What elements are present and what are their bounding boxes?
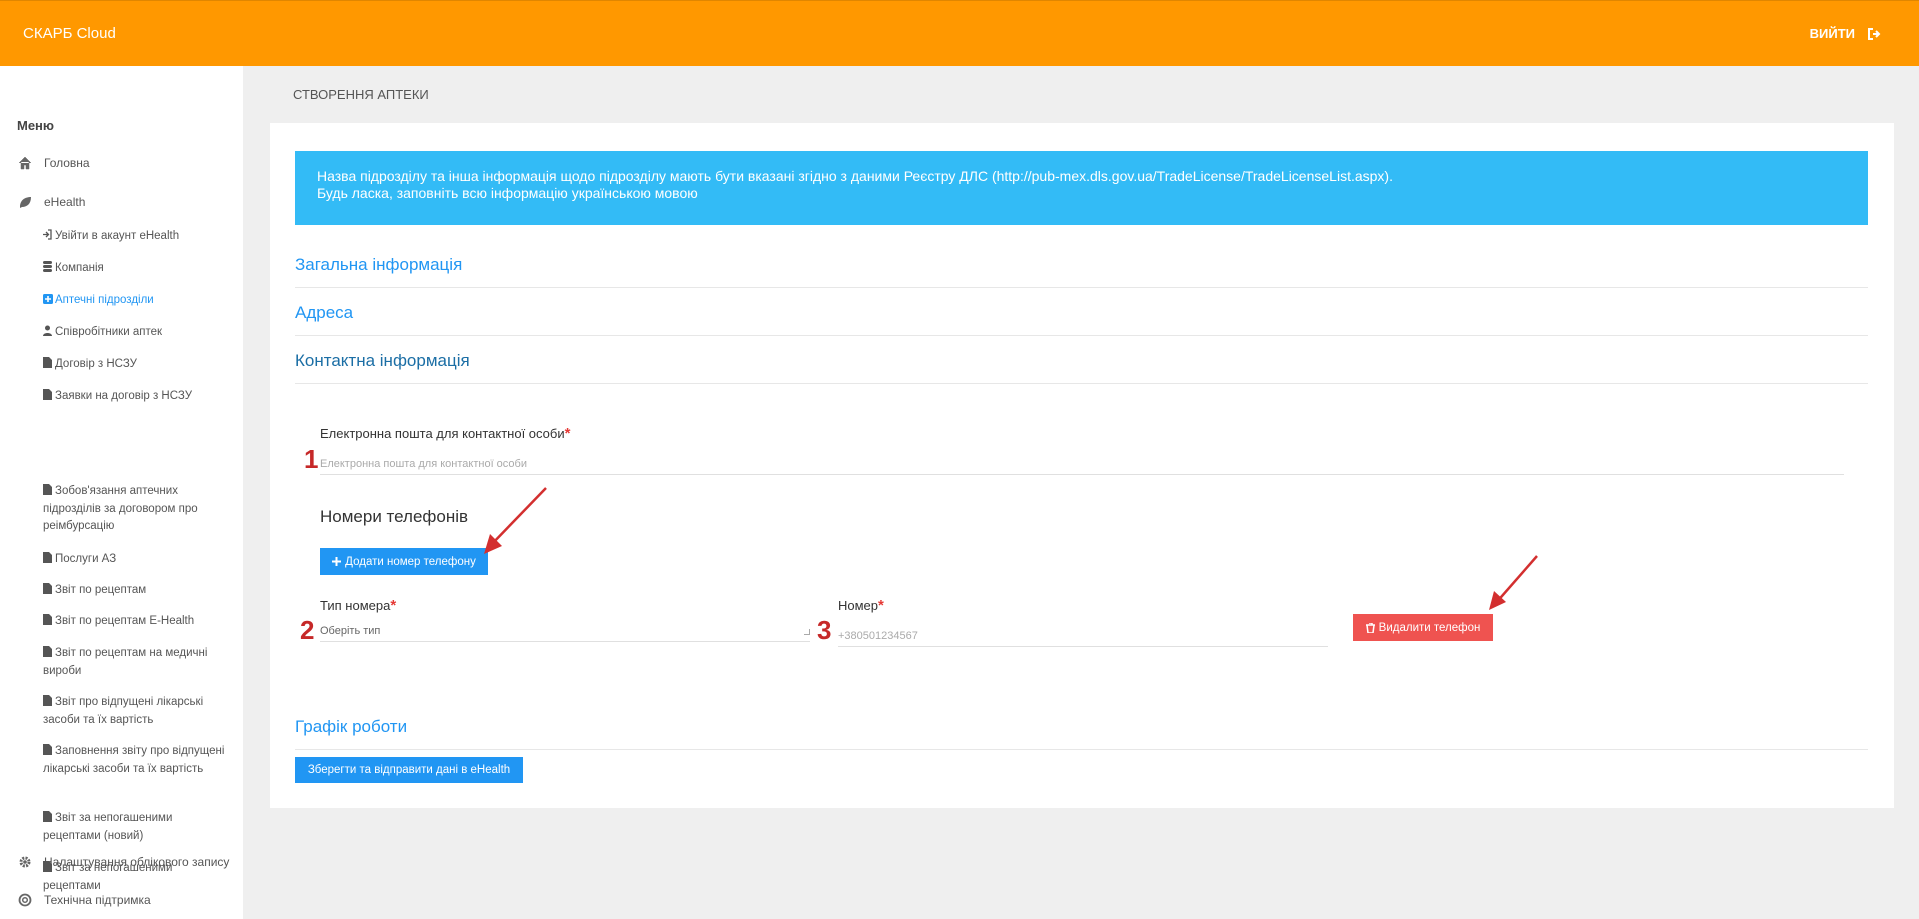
home-icon [18, 156, 32, 170]
file-icon [43, 811, 52, 822]
file-icon [43, 583, 52, 594]
sidebar-item-nszu-requests[interactable]: Заявки на договір з НСЗУ [43, 388, 233, 406]
sidebar-item-prescription-report[interactable]: Звіт по рецептам [43, 582, 233, 600]
section-schedule[interactable]: Графік роботи [295, 702, 1868, 750]
sign-out-icon [1868, 27, 1881, 40]
phone-number-label: Номер* [838, 597, 884, 614]
sidebar-item-pharmacy-staff[interactable]: Співробітники аптек [43, 324, 233, 342]
top-bar: СКАРБ Cloud ВИЙТИ [0, 0, 1919, 66]
logout-button[interactable]: ВИЙТИ [1810, 26, 1881, 41]
plus-icon [332, 557, 342, 566]
sidebar-item-company[interactable]: Компанія [43, 260, 233, 278]
section-address[interactable]: Адреса [295, 288, 1868, 336]
file-icon [43, 552, 52, 563]
sidebar-ehealth-label: eHealth [44, 195, 86, 209]
section-general-info[interactable]: Загальна інформація [295, 240, 1868, 288]
sidebar-item-ehealth-login[interactable]: Увійти в акаунт eHealth [43, 228, 233, 246]
save-and-send-button[interactable]: Зберегти та відправити дані в eHealth [295, 757, 523, 783]
sidebar-item-dispensed-report[interactable]: Звіт про відпущені лікарські засоби та ї… [43, 694, 233, 729]
info-line-2: Будь ласка, заповніть всю інформацію укр… [317, 185, 698, 201]
phone-type-select[interactable]: Оберіть тип [320, 620, 810, 642]
leaf-icon [20, 197, 31, 208]
required-mark: * [390, 597, 397, 614]
sidebar-item-unpaid-new-report[interactable]: Звіт за непогашеними рецептами (новий) [43, 810, 233, 845]
sidebar-item-settings[interactable]: Налаштування облікового запису [18, 855, 229, 869]
life-ring-icon [18, 893, 32, 907]
file-icon [43, 357, 52, 368]
info-banner: Назва підрозділу та інша інформація щодо… [295, 151, 1868, 225]
phone-type-label: Тип номера* [320, 597, 397, 614]
email-field[interactable] [320, 453, 1844, 475]
menu-title: Меню [17, 118, 55, 133]
user-icon [43, 325, 52, 336]
sidebar-item-support[interactable]: Технічна підтримка [18, 893, 151, 907]
sidebar-support-label: Технічна підтримка [44, 893, 151, 907]
sidebar-settings-label: Налаштування облікового запису [44, 855, 230, 869]
sidebar-home-label: Головна [44, 156, 90, 170]
file-icon [43, 646, 52, 657]
phone-type-value: Оберіть тип [320, 625, 381, 637]
file-icon [43, 484, 52, 495]
annotation-number-2: 2 [300, 615, 315, 645]
sidebar-item-ehealth[interactable]: eHealth [18, 195, 85, 209]
sidebar-item-obligations[interactable]: Зобов'язання аптечних підрозділів за дог… [43, 483, 233, 536]
logout-label: ВИЙТИ [1809, 26, 1855, 41]
database-icon [43, 261, 52, 272]
sign-in-icon [43, 229, 52, 240]
annotation-arrow-icon [1489, 555, 1538, 610]
gear-icon [19, 856, 31, 868]
sidebar-item-ehealth-report[interactable]: Звіт по рецептам E-Health [43, 613, 233, 631]
info-line-1: Назва підрозділу та інша інформація щодо… [317, 168, 1393, 184]
phones-heading: Номери телефонів [320, 507, 469, 526]
email-label: Електронна пошта для контактної особи* [320, 425, 571, 442]
required-mark: * [878, 597, 884, 614]
chevron-down-icon [804, 629, 810, 635]
annotation-number-3: 3 [817, 615, 832, 645]
sidebar-item-fill-dispensed-report[interactable]: Заповнення звіту про відпущені лікарські… [43, 743, 233, 778]
page-title: СТВОРЕННЯ АПТЕКИ [293, 87, 429, 102]
plus-square-icon [43, 293, 53, 304]
trash-icon [1365, 622, 1375, 633]
sidebar-item-az-services[interactable]: Послуги АЗ [43, 551, 233, 569]
file-icon [43, 744, 52, 755]
main-card: Назва підрозділу та інша інформація щодо… [270, 123, 1894, 808]
file-icon [43, 614, 52, 625]
section-contact-info[interactable]: Контактна інформація [295, 336, 1868, 384]
add-phone-button[interactable]: Додати номер телефону [320, 548, 488, 575]
sidebar-item-nszu-contract[interactable]: Договір з НСЗУ [43, 356, 233, 374]
file-icon [43, 695, 52, 706]
annotation-number-1: 1 [304, 444, 319, 474]
sidebar: Меню Головна eHealth Увійти в акаунт eHe… [0, 66, 243, 919]
required-mark: * [564, 425, 571, 442]
phone-number-field[interactable] [838, 625, 1328, 647]
delete-phone-button[interactable]: Видалити телефон [1353, 614, 1493, 641]
annotation-arrow-icon [484, 487, 547, 554]
file-icon [43, 389, 52, 400]
app-title[interactable]: СКАРБ Cloud [23, 25, 116, 42]
sidebar-item-medical-devices-report[interactable]: Звіт по рецептам на медичні вироби [43, 645, 233, 680]
sidebar-item-home[interactable]: Головна [18, 156, 90, 170]
sidebar-item-pharmacy-units[interactable]: Аптечні підрозділи [43, 292, 233, 310]
